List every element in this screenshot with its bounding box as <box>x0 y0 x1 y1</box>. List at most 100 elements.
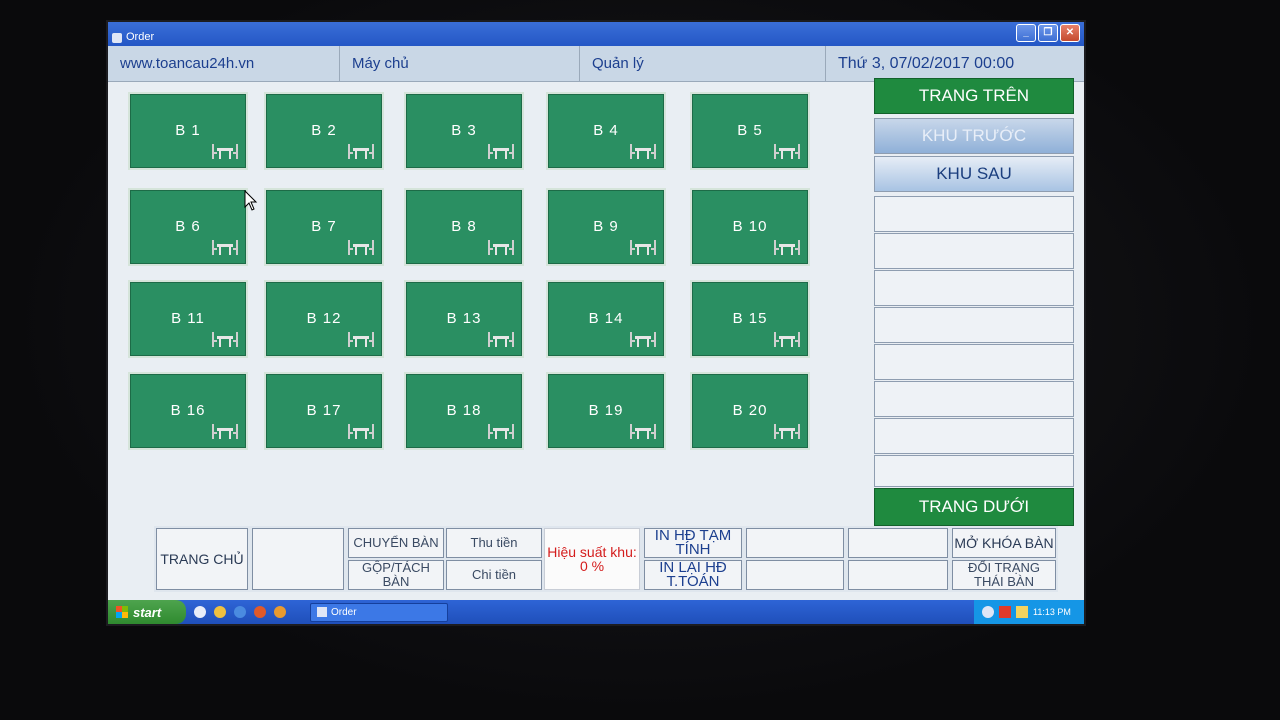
collect-money-button[interactable]: Thu tiền <box>446 528 542 558</box>
table-button[interactable]: B 13 <box>404 280 524 358</box>
table-label: B 6 <box>175 218 201 235</box>
app-launcher-icon[interactable] <box>274 606 286 618</box>
table-button[interactable]: B 19 <box>546 372 666 450</box>
area-slot-empty[interactable] <box>874 196 1074 232</box>
table-chairs-icon <box>630 424 656 439</box>
minimize-button[interactable]: _ <box>1016 24 1036 42</box>
table-button[interactable]: B 12 <box>264 280 384 358</box>
area-slot-empty[interactable] <box>874 307 1074 343</box>
area-slot-empty[interactable] <box>874 381 1074 417</box>
expand-tray-icon[interactable] <box>982 606 994 618</box>
antivirus-icon[interactable] <box>999 606 1011 618</box>
windows-logo-icon <box>116 606 128 618</box>
table-label: B 15 <box>732 310 768 327</box>
app-icon <box>112 33 122 43</box>
table-label: B 8 <box>451 218 477 235</box>
close-button[interactable]: ✕ <box>1060 24 1080 42</box>
merge-split-table-button[interactable]: GỘP/TÁCH BÀN <box>348 560 444 590</box>
table-label: B 2 <box>311 122 337 139</box>
clock: 11:13 PM <box>1033 607 1071 617</box>
reprint-bill-button[interactable]: IN LẠI HĐ T.TOÁN <box>644 560 742 590</box>
table-chairs-icon <box>774 332 800 347</box>
transfer-table-button[interactable]: CHUYỂN BÀN <box>348 528 444 558</box>
mouse-cursor-icon <box>244 190 258 211</box>
side-panel: TRANG TRÊN KHU TRƯỚC KHU SAU TRANG DƯỚI <box>874 78 1076 528</box>
table-label: B 11 <box>171 310 205 327</box>
empty-toolbar-slot[interactable] <box>848 560 948 590</box>
table-label: B 14 <box>588 310 624 327</box>
table-button[interactable]: B 7 <box>264 188 384 266</box>
manager-label[interactable]: Quản lý <box>580 46 826 81</box>
table-button[interactable]: B 20 <box>690 372 810 450</box>
date-time-label: Thứ 3, 07/02/2017 00:00 <box>838 54 1015 72</box>
window-titlebar[interactable]: Order _ ❐ ✕ <box>108 22 1084 46</box>
media-icon[interactable] <box>254 606 266 618</box>
table-chairs-icon <box>488 240 514 255</box>
taskbar-order-label: Order <box>331 606 357 618</box>
network-icon[interactable] <box>1016 606 1028 618</box>
empty-toolbar-slot[interactable] <box>252 528 344 590</box>
table-label: B 18 <box>446 402 482 419</box>
table-chairs-icon <box>774 144 800 159</box>
area-slot-empty[interactable] <box>874 344 1074 380</box>
folder-icon[interactable] <box>214 606 226 618</box>
table-chairs-icon <box>348 144 374 159</box>
table-chairs-icon <box>488 144 514 159</box>
os-taskbar: start Order 11:13 PM <box>108 600 1084 624</box>
table-button[interactable]: B 2 <box>264 92 384 170</box>
home-button[interactable]: TRANG CHỦ <box>156 528 248 590</box>
start-button[interactable]: start <box>108 600 186 624</box>
table-button[interactable]: B 15 <box>690 280 810 358</box>
area-front-button[interactable]: KHU TRƯỚC <box>874 118 1074 154</box>
table-button[interactable]: B 8 <box>404 188 524 266</box>
table-button[interactable]: B 9 <box>546 188 666 266</box>
table-chairs-icon <box>212 332 238 347</box>
table-button[interactable]: B 6 <box>128 188 248 266</box>
area-slot-empty[interactable] <box>874 455 1074 487</box>
empty-toolbar-slot[interactable] <box>746 528 844 558</box>
table-label: B 20 <box>732 402 768 419</box>
desktop-icon[interactable] <box>194 606 206 618</box>
table-label: B 16 <box>170 402 206 419</box>
table-chairs-icon <box>488 332 514 347</box>
table-button[interactable]: B 5 <box>690 92 810 170</box>
spend-money-button[interactable]: Chi tiền <box>446 560 542 590</box>
page-up-button[interactable]: TRANG TRÊN <box>874 78 1074 114</box>
print-temp-bill-button[interactable]: IN HĐ TẠM TÍNH <box>644 528 742 558</box>
app-screen: Order _ ❐ ✕ www.toancau24h.vn Máy chủ Qu… <box>106 20 1086 626</box>
area-slot-empty[interactable] <box>874 270 1074 306</box>
table-chairs-icon <box>774 240 800 255</box>
change-table-status-button[interactable]: ĐỔI TRẠNG THÁI BÀN <box>952 560 1056 590</box>
area-slot-empty[interactable] <box>874 233 1074 269</box>
table-button[interactable]: B 1 <box>128 92 248 170</box>
table-label: B 9 <box>593 218 619 235</box>
table-label: B 13 <box>446 310 482 327</box>
server-label[interactable]: Máy chủ <box>340 46 580 81</box>
table-button[interactable]: B 11 <box>128 280 248 358</box>
table-button[interactable]: B 16 <box>128 372 248 450</box>
maximize-button[interactable]: ❐ <box>1038 24 1058 42</box>
area-slot-empty[interactable] <box>874 418 1074 454</box>
table-label: B 5 <box>737 122 763 139</box>
table-button[interactable]: B 10 <box>690 188 810 266</box>
table-chairs-icon <box>348 424 374 439</box>
table-chairs-icon <box>630 240 656 255</box>
empty-toolbar-slot[interactable] <box>746 560 844 590</box>
area-back-button[interactable]: KHU SAU <box>874 156 1074 192</box>
table-label: B 10 <box>732 218 768 235</box>
taskbar-order-window[interactable]: Order <box>310 602 448 622</box>
table-chairs-icon <box>212 144 238 159</box>
browser-icon[interactable] <box>234 606 246 618</box>
table-label: B 4 <box>593 122 619 139</box>
area-efficiency-label: Hiệu suất khu: 0 % <box>544 528 640 590</box>
table-button[interactable]: B 4 <box>546 92 666 170</box>
page-down-button[interactable]: TRANG DƯỚI <box>874 488 1074 526</box>
table-button[interactable]: B 3 <box>404 92 524 170</box>
website-label: www.toancau24h.vn <box>108 46 340 81</box>
unlock-table-button[interactable]: MỞ KHÓA BÀN <box>952 528 1056 558</box>
table-button[interactable]: B 14 <box>546 280 666 358</box>
window-icon <box>317 607 327 617</box>
empty-toolbar-slot[interactable] <box>848 528 948 558</box>
table-button[interactable]: B 17 <box>264 372 384 450</box>
table-button[interactable]: B 18 <box>404 372 524 450</box>
